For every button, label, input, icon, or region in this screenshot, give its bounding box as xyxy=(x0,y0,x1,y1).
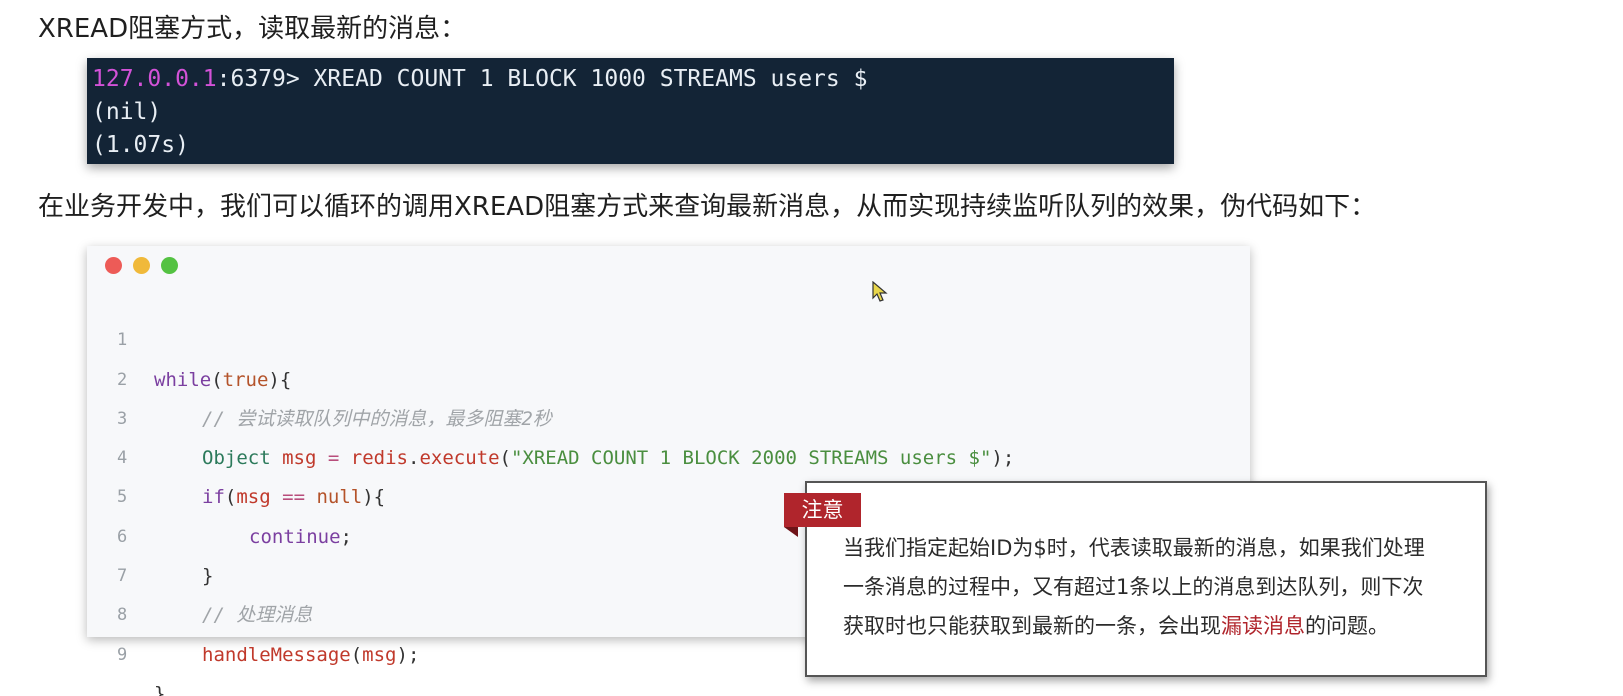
line-number: 9 xyxy=(117,644,128,665)
code-line: 8 handleMessage(msg); xyxy=(87,557,419,665)
terminal-host: 127.0.0.1 xyxy=(92,66,217,92)
punct: ( xyxy=(499,447,511,470)
code-lines: 1 while(true){ 2 // 尝试读取队列中的消息，最多阻塞2秒 3 … xyxy=(87,282,1014,696)
note-line: 获取时也只能获取到最新的一条，会出现漏读消息的问题。 xyxy=(843,607,1463,646)
terminal-output-time: (1.07s) xyxy=(92,132,189,158)
note-tag-fold xyxy=(784,527,798,537)
variable-msg: msg xyxy=(362,643,397,666)
punct: ( xyxy=(211,368,223,391)
punct: ( xyxy=(350,643,363,666)
mouse-cursor-icon xyxy=(872,281,888,302)
terminal-block: 127.0.0.1:6379> XREAD COUNT 1 BLOCK 1000… xyxy=(87,58,1174,164)
code-line: 5 continue; xyxy=(87,439,352,547)
code-line: 3 Object msg = redis.execute("XREAD COUN… xyxy=(87,361,1014,469)
string-command: "XREAD COUNT 1 BLOCK 2000 STREAMS users … xyxy=(510,447,992,470)
operator-assign: = xyxy=(327,447,340,470)
green-dot-icon xyxy=(161,257,178,274)
note-line: 当我们指定起始ID为$时，代表读取最新的消息，如果我们处理 xyxy=(843,536,1425,560)
note-text: 当我们指定起始ID为$时，代表读取最新的消息，如果我们处理 一条消息的过程中，又… xyxy=(843,529,1463,646)
variable-msg: msg xyxy=(282,447,317,470)
code-line: 6 } xyxy=(87,478,213,587)
heading-xread-blocking: XREAD阻塞方式，读取最新的消息： xyxy=(38,14,467,44)
variable-msg: msg xyxy=(236,486,271,509)
keyword-continue: continue xyxy=(249,525,341,548)
keyword-if: if xyxy=(202,486,225,509)
terminal-command: :6379> XREAD COUNT 1 BLOCK 1000 STREAMS … xyxy=(216,66,868,92)
punct: ( xyxy=(224,486,237,509)
red-dot-icon xyxy=(105,257,122,274)
heading-loop-description: 在业务开发中，我们可以循环的调用XREAD阻塞方式来查询最新消息，从而实现持续监… xyxy=(38,192,1377,222)
code-line: 2 // 尝试读取队列中的消息，最多阻塞2秒 xyxy=(87,321,552,430)
punct: ); xyxy=(396,643,420,666)
punct: } xyxy=(154,682,166,696)
punct: } xyxy=(202,565,214,588)
operator-equals: == xyxy=(282,486,306,509)
keyword-while: while xyxy=(154,368,212,391)
code-line: 9 } xyxy=(87,596,165,696)
punct: ; xyxy=(340,525,352,548)
punct: ); xyxy=(991,447,1015,470)
function-execute: execute xyxy=(419,447,500,470)
terminal-command-line: 127.0.0.1:6379> XREAD COUNT 1 BLOCK 1000… xyxy=(92,63,1174,96)
window-dots xyxy=(105,257,178,274)
punct: ){ xyxy=(268,368,292,391)
literal-true: true xyxy=(222,368,269,391)
terminal-output-nil: (nil) xyxy=(92,99,162,125)
note-tag: 注意 xyxy=(784,493,861,527)
note-line-text: 的问题。 xyxy=(1305,614,1389,638)
note-highlight: 漏读消息 xyxy=(1221,614,1305,638)
code-comment: // 尝试读取队列中的消息，最多阻塞2秒 xyxy=(202,407,552,430)
code-comment: // 处理消息 xyxy=(202,604,313,627)
type-object: Object xyxy=(202,447,271,470)
note-line-text: 获取时也只能获取到最新的一条，会出现 xyxy=(843,614,1221,638)
function-handle-message: handleMessage xyxy=(202,643,351,666)
punct: . xyxy=(407,447,420,470)
yellow-dot-icon xyxy=(133,257,150,274)
punct: ){ xyxy=(362,486,386,509)
note-line: 一条消息的过程中，又有超过1条以上的消息到达队列，则下次 xyxy=(843,575,1424,599)
literal-null: null xyxy=(316,486,363,509)
code-line: 1 while(true){ xyxy=(87,282,291,390)
code-line: 7 // 处理消息 xyxy=(87,518,312,626)
code-line: 4 if(msg == null){ xyxy=(87,400,385,508)
object-redis: redis xyxy=(350,447,408,470)
